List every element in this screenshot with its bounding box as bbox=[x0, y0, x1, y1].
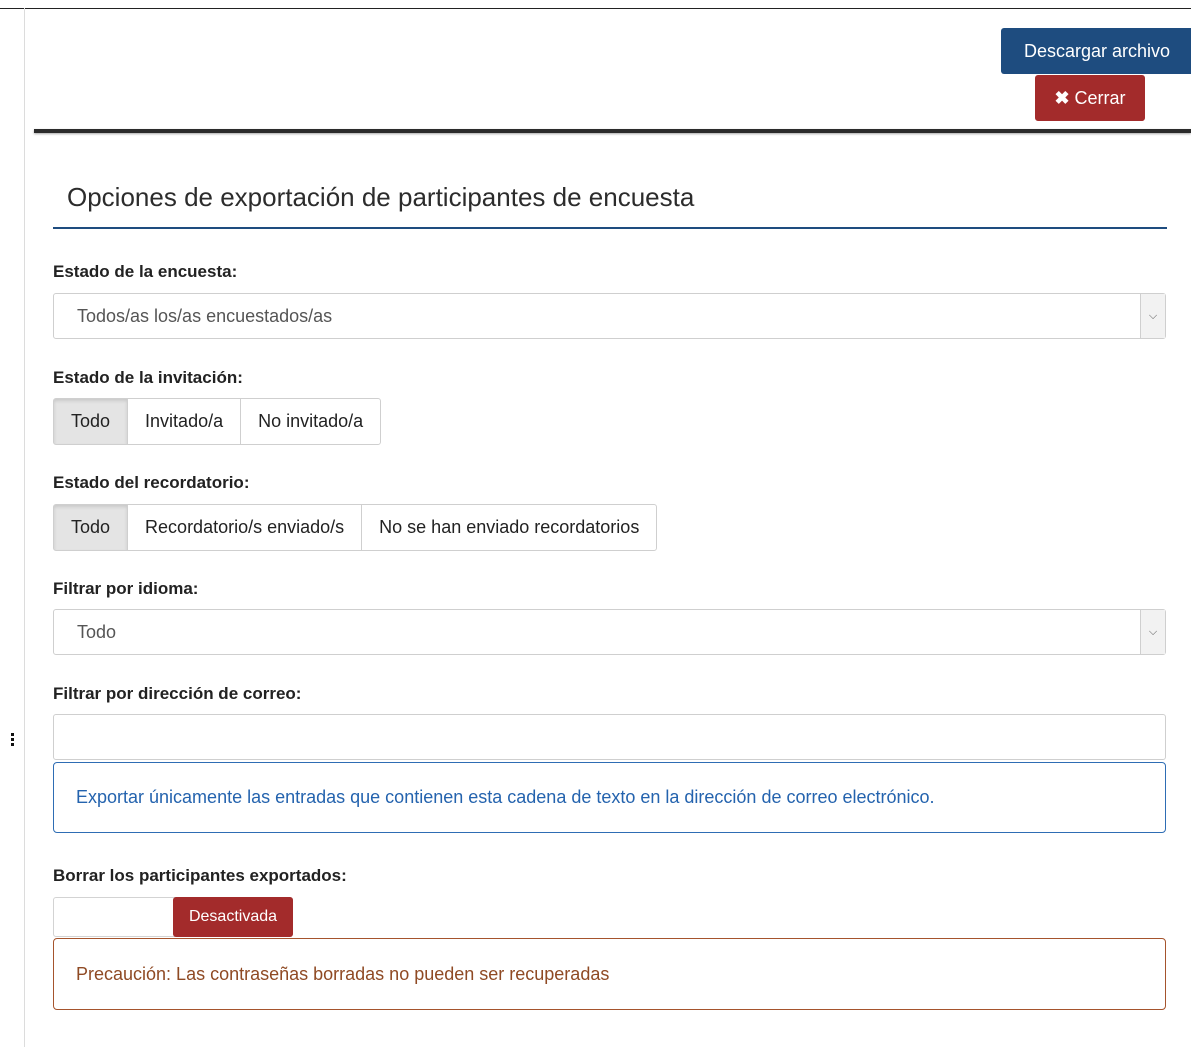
reminder-status-group: Todo Recordatorio/s enviado/s No se han … bbox=[53, 504, 658, 551]
reminder-option-all[interactable]: Todo bbox=[53, 504, 129, 551]
delete-exported-toggle[interactable]: Desactivada bbox=[53, 897, 293, 937]
close-button[interactable]: ✖ Cerrar bbox=[1035, 75, 1145, 121]
reminder-status-label: Estado del recordatorio: bbox=[53, 473, 250, 492]
header-divider bbox=[34, 129, 1191, 133]
title-underline bbox=[53, 227, 1167, 229]
close-label: Cerrar bbox=[1074, 88, 1126, 108]
chevron-down-icon: ⌵ bbox=[1140, 610, 1165, 654]
invitation-option-all[interactable]: Todo bbox=[53, 398, 129, 445]
invitation-status-group: Todo Invitado/a No invitado/a bbox=[53, 398, 382, 445]
download-file-label: Descargar archivo bbox=[1024, 41, 1171, 61]
invitation-option-invited[interactable]: Invitado/a bbox=[127, 398, 242, 445]
email-filter-label: Filtrar por dirección de correo: bbox=[53, 684, 302, 703]
chevron-down-icon: ⌵ bbox=[1140, 294, 1165, 338]
survey-status-label: Estado de la encuesta: bbox=[53, 262, 238, 281]
download-file-button[interactable]: Descargar archivo bbox=[1001, 28, 1191, 74]
delete-warning: Precaución: Las contraseñas borradas no … bbox=[53, 938, 1166, 1010]
email-filter-help: Exportar únicamente las entradas que con… bbox=[53, 762, 1166, 833]
survey-status-select[interactable]: Todos/as los/as encuestados/as ⌵ bbox=[53, 293, 1166, 339]
close-icon: ✖ bbox=[1054, 88, 1070, 108]
invitation-option-not-invited[interactable]: No invitado/a bbox=[240, 398, 382, 445]
page-title: Opciones de exportación de participantes… bbox=[67, 182, 695, 212]
delete-exported-label: Borrar los participantes exportados: bbox=[53, 866, 347, 885]
invitation-status-label: Estado de la invitación: bbox=[53, 368, 243, 387]
email-filter-input[interactable] bbox=[53, 714, 1166, 760]
language-filter-value: Todo bbox=[77, 622, 117, 642]
reminder-option-sent[interactable]: Recordatorio/s enviado/s bbox=[127, 504, 363, 551]
survey-status-value: Todos/as los/as encuestados/as bbox=[77, 306, 333, 326]
language-filter-select[interactable]: Todo ⌵ bbox=[53, 609, 1166, 655]
toggle-state-label: Desactivada bbox=[173, 897, 293, 937]
more-vertical-icon[interactable] bbox=[11, 733, 14, 748]
language-filter-label: Filtrar por idioma: bbox=[53, 579, 199, 598]
reminder-option-not-sent[interactable]: No se han enviado recordatorios bbox=[361, 504, 658, 551]
top-border bbox=[0, 8, 1191, 9]
left-border bbox=[24, 8, 25, 1047]
